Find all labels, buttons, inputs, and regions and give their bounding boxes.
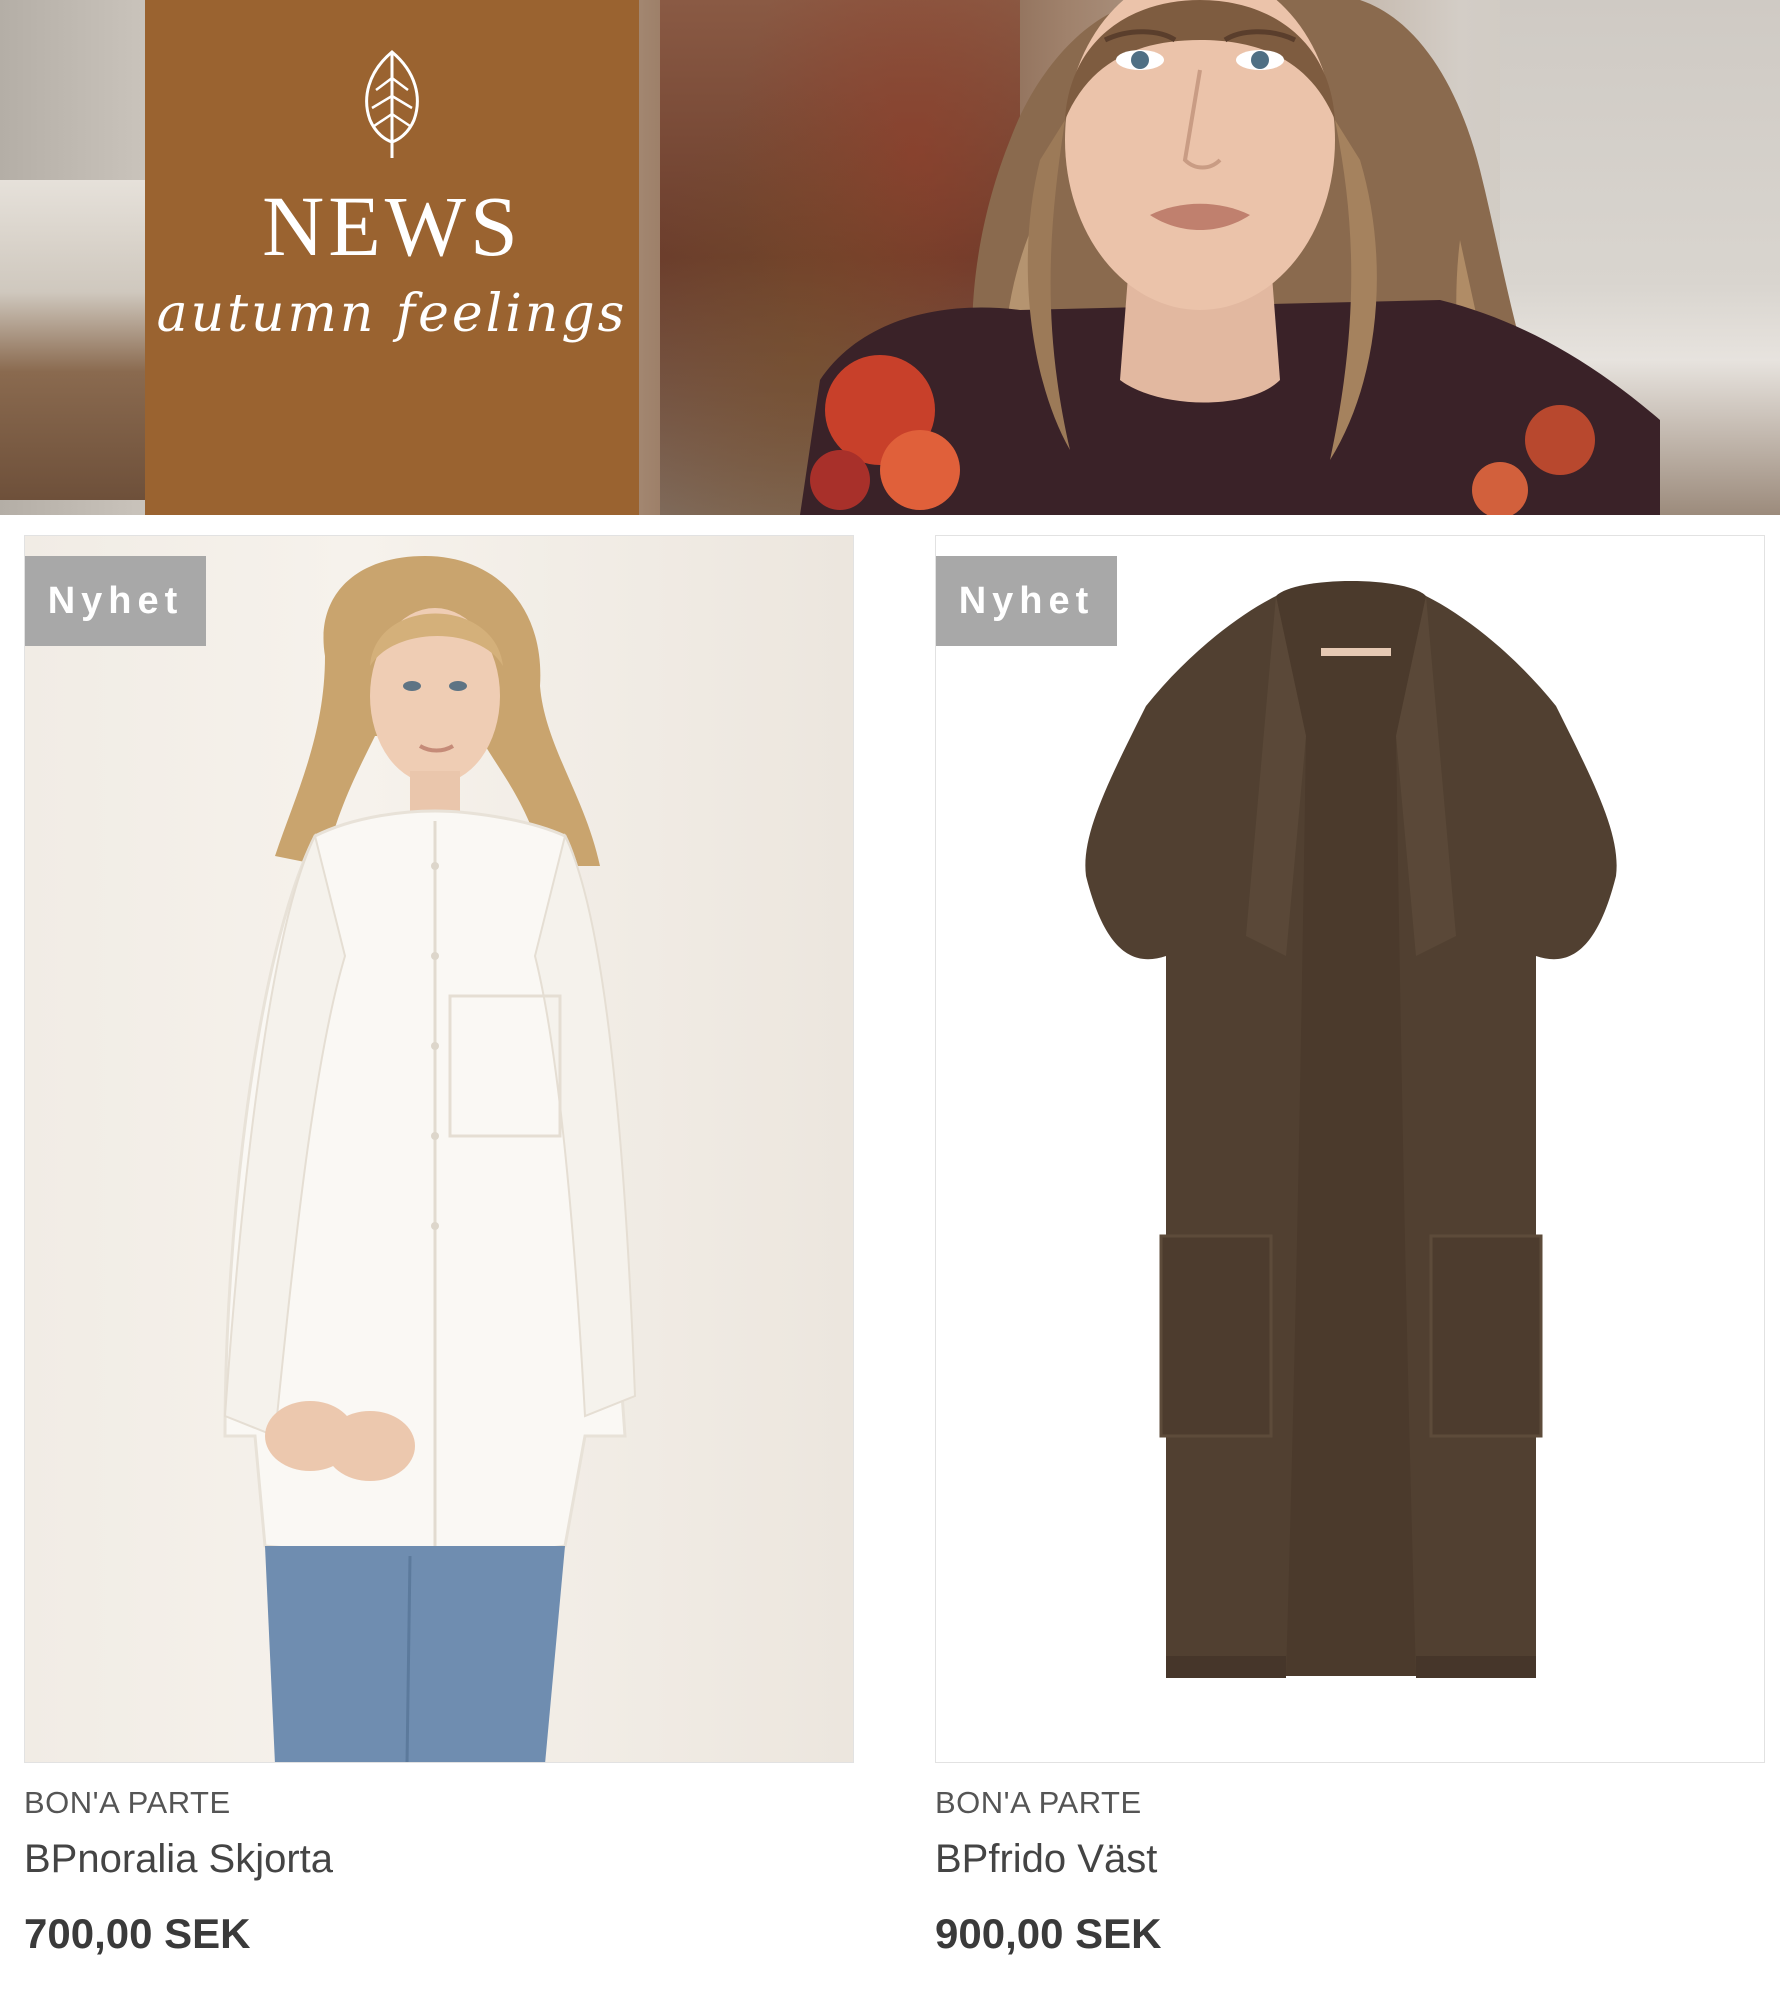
product-brand: BON'A PARTE <box>935 1785 1142 1820</box>
product-card[interactable]: Nyhet BON'A PARTE BPnoralia Skjorta 700,… <box>24 535 854 1958</box>
hero-background-shelf <box>0 180 150 500</box>
product-name[interactable]: BPnoralia Skjorta <box>24 1837 854 1882</box>
product-price: 700,00 SEK <box>24 1910 251 1957</box>
product-image[interactable]: Nyhet <box>24 535 854 1763</box>
hero-banner[interactable]: NEWS autumn feelings <box>0 0 1780 515</box>
product-price: 900,00 SEK <box>935 1910 1162 1957</box>
shirt-model-photo <box>223 556 637 1762</box>
news-heading: NEWS <box>262 178 522 274</box>
new-badge: Nyhet <box>25 556 206 646</box>
product-image[interactable]: Nyhet <box>935 535 1765 1763</box>
vest-photo <box>1085 581 1617 1678</box>
product-name[interactable]: BPfrido Väst <box>935 1837 1765 1882</box>
news-panel: NEWS autumn feelings <box>145 0 639 515</box>
news-subheading: autumn feelings <box>156 284 628 344</box>
product-brand: BON'A PARTE <box>24 1785 231 1820</box>
product-card[interactable]: Nyhet BON'A PARTE BPfrido Väst 900,00 SE… <box>935 535 1765 1958</box>
leaf-icon <box>365 50 419 158</box>
hero-model-photo <box>800 0 1660 515</box>
new-badge: Nyhet <box>936 556 1117 646</box>
